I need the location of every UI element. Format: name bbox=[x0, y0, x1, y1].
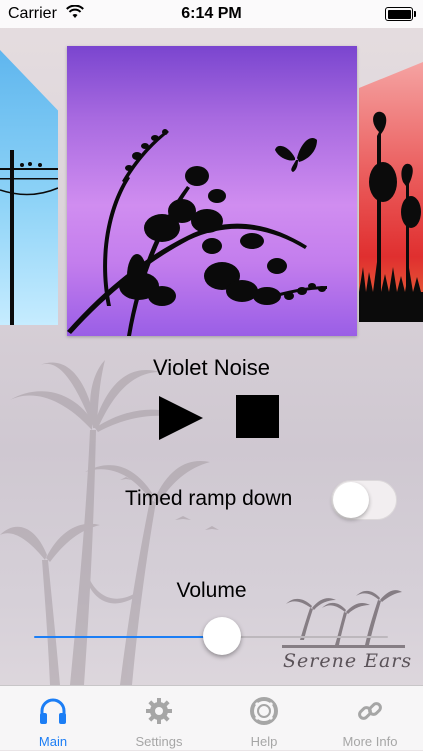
status-bar: Carrier 6:14 PM bbox=[0, 0, 423, 28]
gear-icon bbox=[146, 698, 172, 724]
tab-main[interactable]: Main bbox=[0, 686, 106, 751]
toggle-knob bbox=[333, 482, 369, 518]
tab-more-info[interactable]: More Info bbox=[317, 686, 423, 751]
orchid-butterfly-artwork bbox=[67, 129, 327, 336]
cover-right-flamingos[interactable] bbox=[359, 62, 423, 322]
battery-icon bbox=[385, 7, 416, 21]
volume-slider-empty-track bbox=[221, 636, 388, 638]
status-time: 6:14 PM bbox=[181, 5, 242, 22]
brand-logo-text: Serene Ears bbox=[283, 650, 413, 672]
track-title: Violet Noise bbox=[153, 355, 270, 380]
volume-slider-thumb[interactable] bbox=[202, 617, 241, 655]
volume-slider-filled-track bbox=[34, 636, 222, 638]
cover-main-violet-noise[interactable] bbox=[67, 46, 357, 336]
tab-help-label: Help bbox=[250, 734, 278, 749]
main-screen: Violet Noise Timed ramp down Volume Sere… bbox=[0, 0, 423, 750]
play-icon bbox=[159, 396, 203, 440]
tab-main-label: Main bbox=[38, 734, 68, 749]
link-icon bbox=[358, 702, 382, 720]
tab-more-info-label: More Info bbox=[342, 734, 398, 749]
timed-ramp-toggle[interactable] bbox=[331, 480, 397, 520]
stop-button[interactable] bbox=[236, 395, 279, 438]
tab-bar: Main Settings Help More Info bbox=[0, 685, 423, 750]
tab-help[interactable]: Help bbox=[211, 686, 317, 751]
tab-settings[interactable]: Settings bbox=[106, 686, 212, 751]
flamingo-artwork bbox=[359, 111, 423, 322]
volume-label: Volume bbox=[176, 579, 247, 602]
lifebuoy-icon bbox=[250, 697, 278, 725]
play-button[interactable] bbox=[156, 393, 206, 443]
headphones-icon bbox=[40, 698, 66, 724]
tab-settings-label: Settings bbox=[135, 734, 183, 749]
timed-ramp-label: Timed ramp down bbox=[125, 487, 293, 510]
